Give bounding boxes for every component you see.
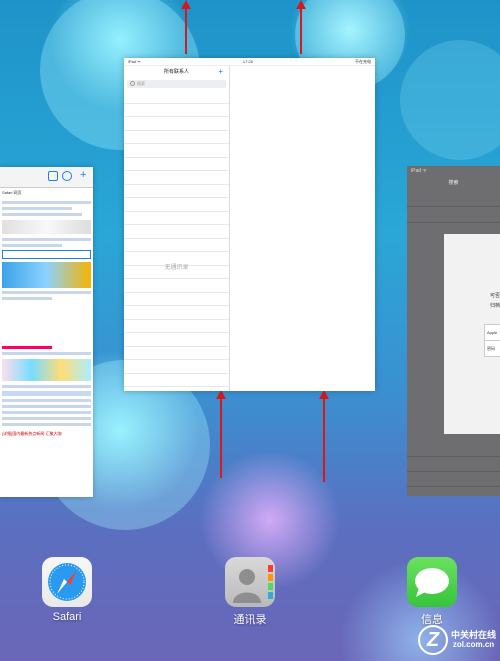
- list-row: [124, 225, 229, 239]
- list-row: [124, 293, 229, 306]
- contacts-list-pane: 所有联系人 + 搜索 无通讯录: [124, 66, 230, 391]
- list-row: [124, 279, 229, 293]
- row-divider: [407, 456, 500, 457]
- list-row: [124, 171, 229, 185]
- content-line: [2, 346, 52, 349]
- dialog-text-2: 归档: [490, 303, 500, 309]
- list-row: [124, 320, 229, 333]
- list-row: [124, 239, 229, 252]
- content-line: [2, 244, 62, 247]
- list-row: [124, 104, 229, 117]
- ad-image: [2, 359, 91, 381]
- status-device: iPad ᯤ: [411, 168, 427, 174]
- password-field[interactable]: 密码: [484, 340, 500, 357]
- row-divider: [407, 222, 500, 223]
- swipe-up-arrow: [296, 0, 306, 54]
- content-line: [2, 291, 91, 294]
- watermark-line1: 中关村在线: [450, 630, 496, 640]
- blank-area: [0, 303, 93, 343]
- page-headline: Safari 网页: [2, 190, 22, 195]
- app-card-safari[interactable]: + Safari 网页 [详细]国内最新热点新闻·汇聚大咖: [0, 167, 93, 497]
- search-icon: [130, 81, 135, 86]
- bookmarks-icon: [48, 171, 58, 181]
- content-line: [2, 411, 91, 414]
- list-row: [124, 360, 229, 374]
- list-row: [124, 374, 229, 387]
- search-box: [2, 250, 91, 259]
- content-line: [2, 399, 91, 402]
- contacts-rows: [124, 90, 229, 391]
- list-row: [124, 90, 229, 104]
- messages-app-icon[interactable]: [407, 557, 457, 607]
- contacts-app-label: 通讯录: [233, 614, 267, 626]
- status-device: iPad ᯤ: [128, 59, 141, 64]
- apple-id-field[interactable]: Apple: [484, 324, 500, 341]
- contacts-search-input[interactable]: 搜索: [127, 80, 226, 88]
- list-row: [124, 198, 229, 212]
- app-card-contacts[interactable]: iPad ᯤ 17:26 不在充电 所有联系人 + 搜索 无通讯录: [124, 58, 375, 391]
- list-row: [124, 185, 229, 198]
- search-placeholder: 搜索: [137, 81, 145, 86]
- contacts-title-bar: 所有联系人 +: [124, 66, 229, 78]
- content-line: [2, 405, 91, 408]
- row-divider: [407, 206, 500, 207]
- list-row: [124, 144, 229, 158]
- row-divider: [407, 471, 500, 472]
- watermark-text: 中关村在线 zol.com.cn: [451, 630, 496, 650]
- content-line: [2, 417, 91, 420]
- list-row: [124, 117, 229, 131]
- zol-logo-icon: Z: [417, 625, 448, 655]
- cloud-tabs-icon: [62, 171, 72, 181]
- list-row: [124, 333, 229, 347]
- watermark-line2: zol.com.cn: [452, 640, 495, 649]
- wallpaper-bokeh: [400, 40, 500, 160]
- list-row: [124, 212, 229, 225]
- dialog-text-1: 可否: [490, 293, 500, 299]
- app-card-right[interactable]: iPad ᯤ 搜索 可否 归档 Apple 密码: [407, 166, 500, 496]
- status-bar: iPad ᯤ 17:26 不在充电: [124, 58, 375, 66]
- list-row: [124, 347, 229, 360]
- swipe-up-arrow: [181, 0, 191, 54]
- nav-links: [2, 213, 82, 216]
- status-battery: 不在充电: [354, 59, 371, 64]
- content-line: [2, 385, 91, 388]
- thumbnail-row: [2, 220, 91, 234]
- nav-links: [2, 201, 91, 204]
- content-line: [2, 238, 91, 241]
- section-tabs: [2, 391, 91, 396]
- list-row: [124, 387, 229, 391]
- row-divider: [407, 486, 500, 487]
- new-tab-icon: +: [80, 169, 87, 181]
- zol-watermark: Z 中关村在线 zol.com.cn: [417, 625, 496, 655]
- banner-image: [2, 262, 91, 288]
- content-line: [2, 297, 52, 300]
- add-contact-icon[interactable]: +: [218, 66, 223, 77]
- list-row: [124, 131, 229, 144]
- sign-in-dialog: 可否 归档 Apple 密码: [444, 234, 500, 434]
- list-row: [124, 158, 229, 171]
- safari-app-icon[interactable]: [42, 557, 92, 607]
- no-contacts-label: 无通讯录: [164, 265, 189, 271]
- tab-title: 搜索: [448, 180, 459, 186]
- status-time: 17:26: [242, 59, 253, 64]
- safari-toolbar: +: [0, 167, 93, 188]
- contacts-app-icon[interactable]: [225, 557, 275, 607]
- content-line: [2, 423, 91, 426]
- content-line: [2, 352, 91, 355]
- nav-links: [2, 207, 72, 210]
- list-row: [124, 306, 229, 320]
- safari-app-label: Safari: [52, 611, 82, 623]
- contacts-title: 所有联系人: [163, 69, 189, 75]
- swipe-up-arrow: [216, 390, 226, 478]
- news-ticker: [详细]国内最新热点新闻·汇聚大咖: [2, 431, 62, 436]
- swipe-up-arrow: [319, 390, 329, 482]
